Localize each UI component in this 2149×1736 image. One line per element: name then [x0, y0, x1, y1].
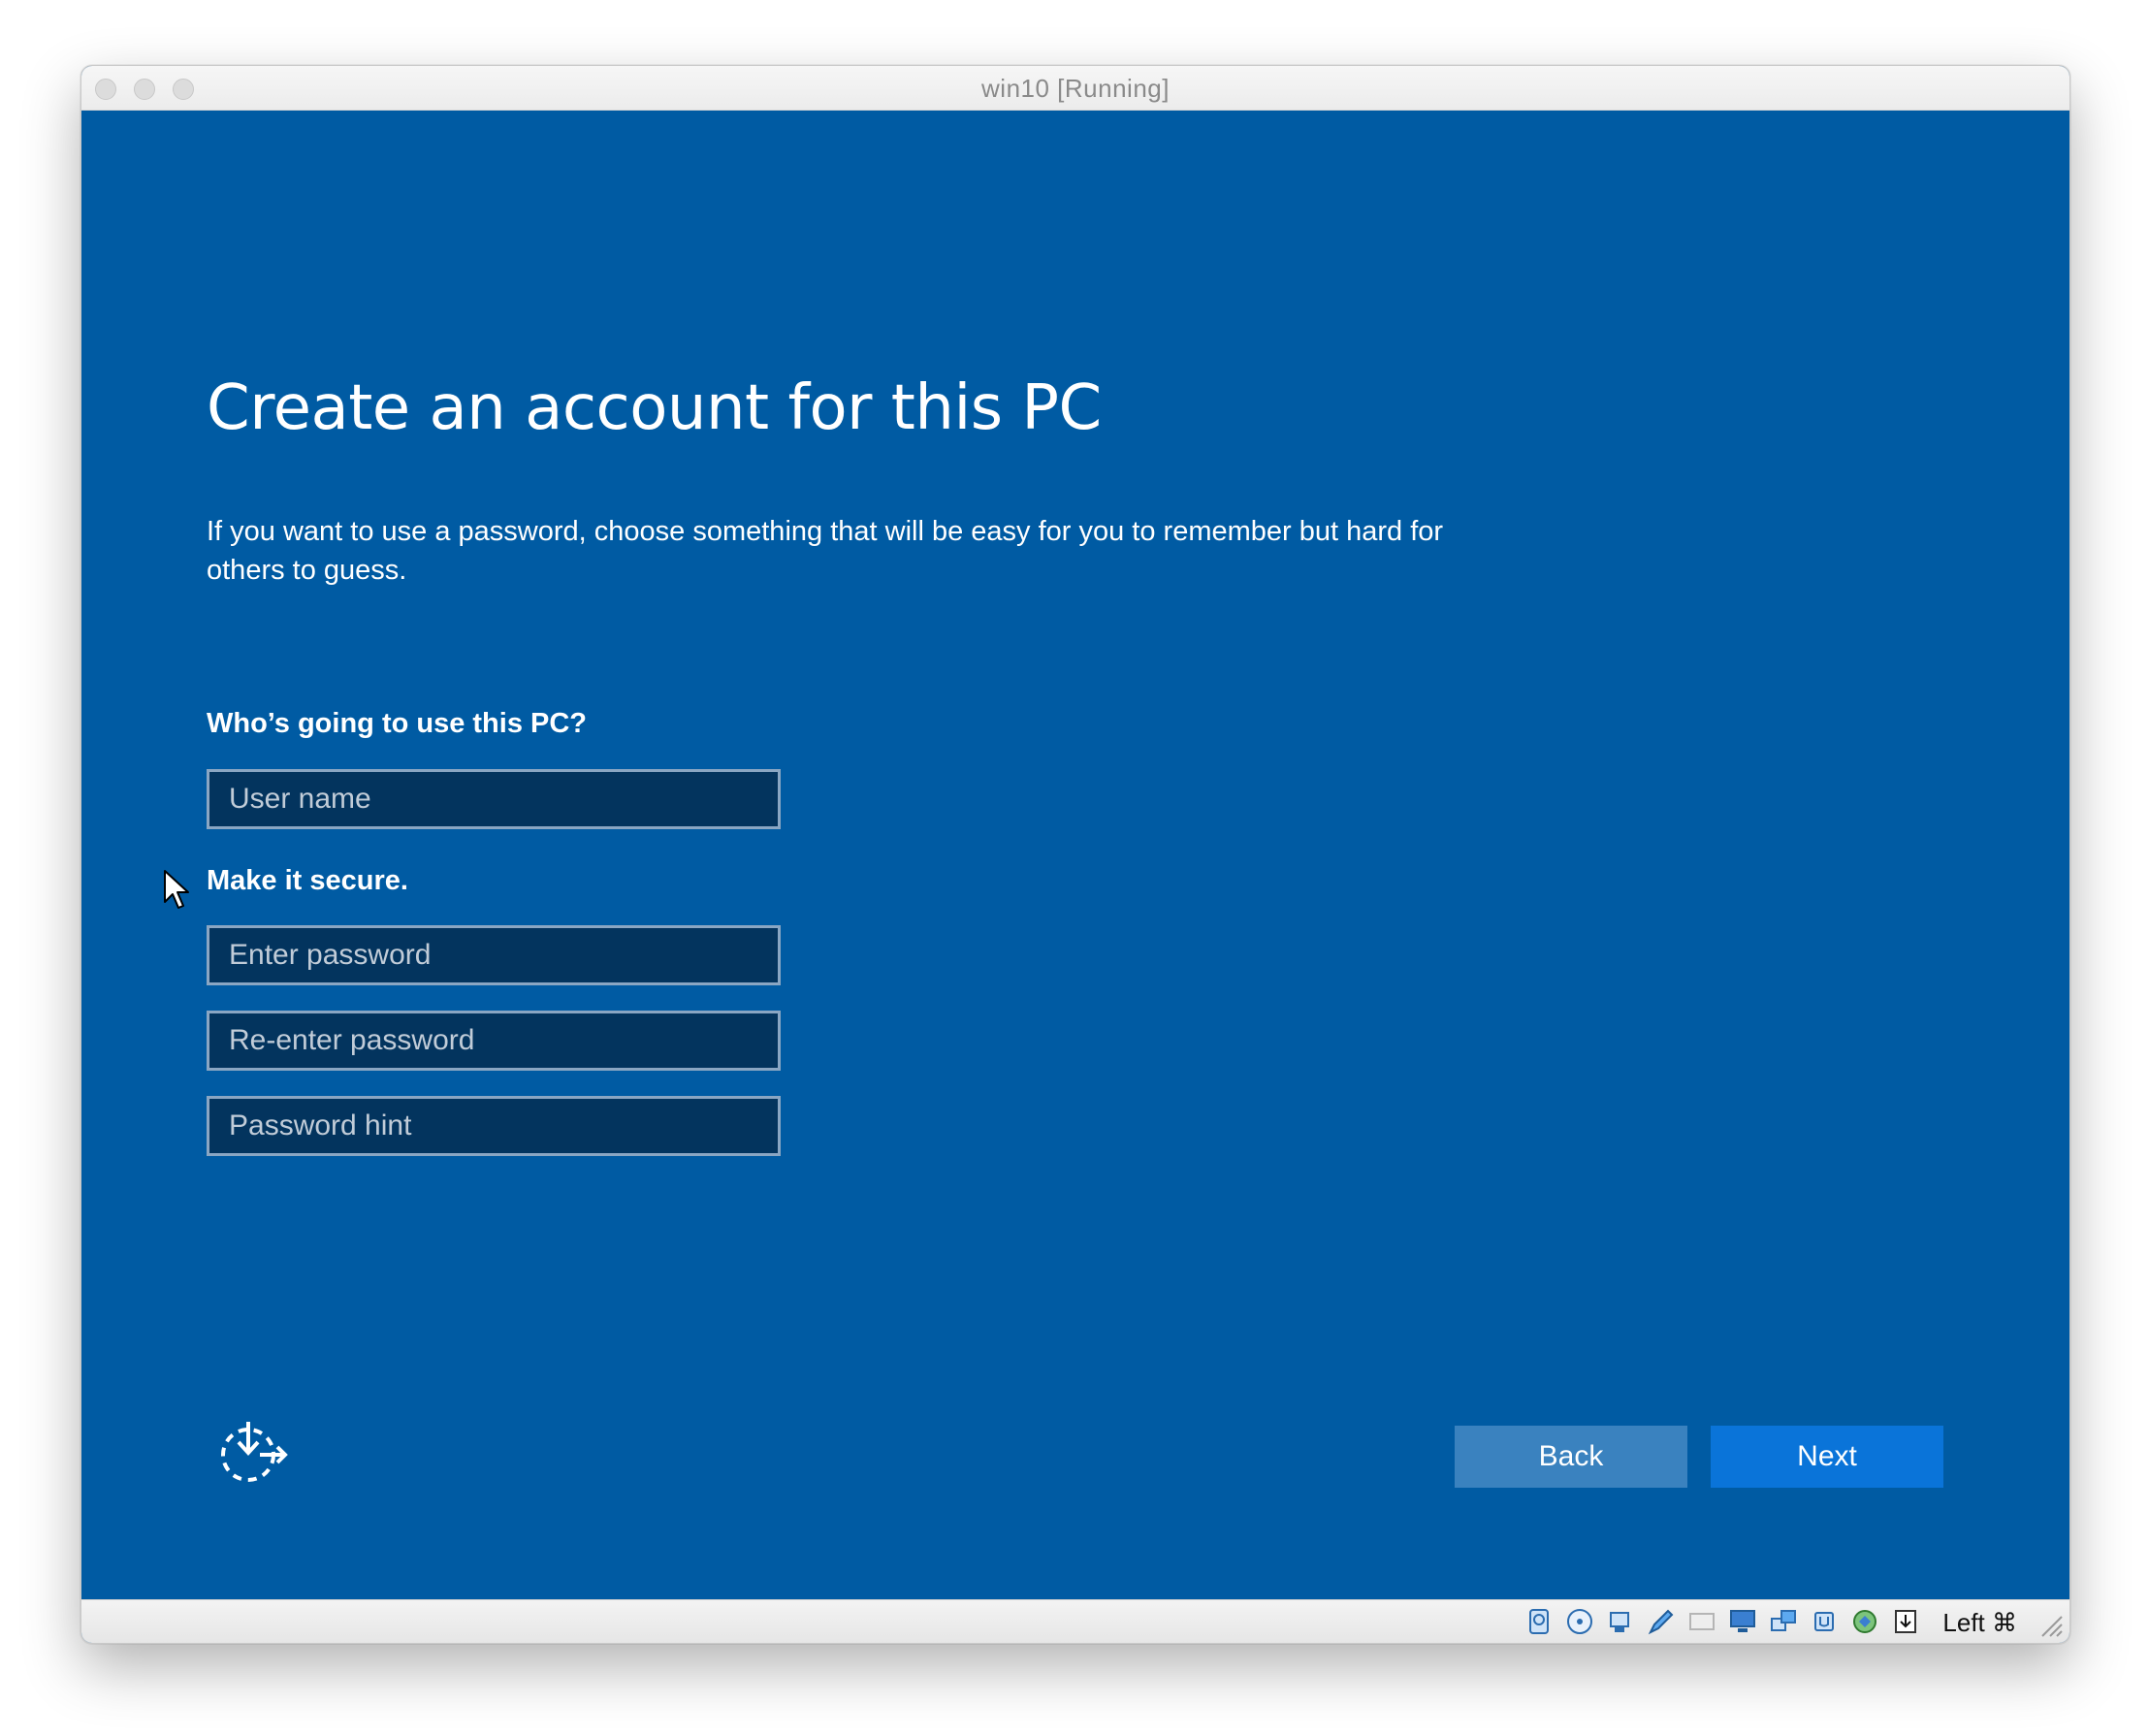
- password-input[interactable]: [207, 925, 781, 985]
- setup-screen: Create an account for this PC If you wan…: [81, 111, 2069, 1599]
- cpu-icon[interactable]: [1810, 1607, 1839, 1636]
- window-title: win10 [Running]: [981, 74, 1170, 103]
- ease-of-access-icon[interactable]: [217, 1416, 289, 1488]
- window-titlebar[interactable]: win10 [Running]: [81, 66, 2069, 111]
- secure-section-label: Make it secure.: [207, 865, 408, 896]
- page-title: Create an account for this PC: [207, 372, 1102, 444]
- back-button[interactable]: Back: [1455, 1426, 1687, 1488]
- hard-disk-icon[interactable]: [1524, 1607, 1554, 1636]
- usb-icon[interactable]: [1606, 1607, 1635, 1636]
- resize-grip-icon[interactable]: [2038, 1613, 2064, 1638]
- device-icons: [1524, 1607, 1920, 1636]
- shared-folders-icon[interactable]: [1647, 1607, 1676, 1636]
- user-section-label: Who’s going to use this PC?: [207, 708, 588, 739]
- network-icon[interactable]: [1769, 1607, 1798, 1636]
- display-icon[interactable]: [1687, 1607, 1716, 1636]
- mouse-pointer-icon: [164, 870, 189, 909]
- host-key-indicator: Left ⌘: [1942, 1608, 2017, 1637]
- username-input[interactable]: [207, 769, 781, 829]
- password-confirm-input[interactable]: [207, 1011, 781, 1071]
- optical-drive-icon[interactable]: [1565, 1607, 1594, 1636]
- next-button[interactable]: Next: [1711, 1426, 1943, 1488]
- screen-icon[interactable]: [1728, 1607, 1757, 1636]
- password-hint-input[interactable]: [207, 1096, 781, 1156]
- vm-statusbar: Left ⌘: [81, 1599, 2069, 1643]
- recording-icon[interactable]: [1850, 1607, 1879, 1636]
- download-arrow-icon[interactable]: [1891, 1607, 1920, 1636]
- page-description: If you want to use a password, choose so…: [207, 516, 1444, 586]
- vm-window: win10 [Running] Create an account for th…: [80, 65, 2070, 1644]
